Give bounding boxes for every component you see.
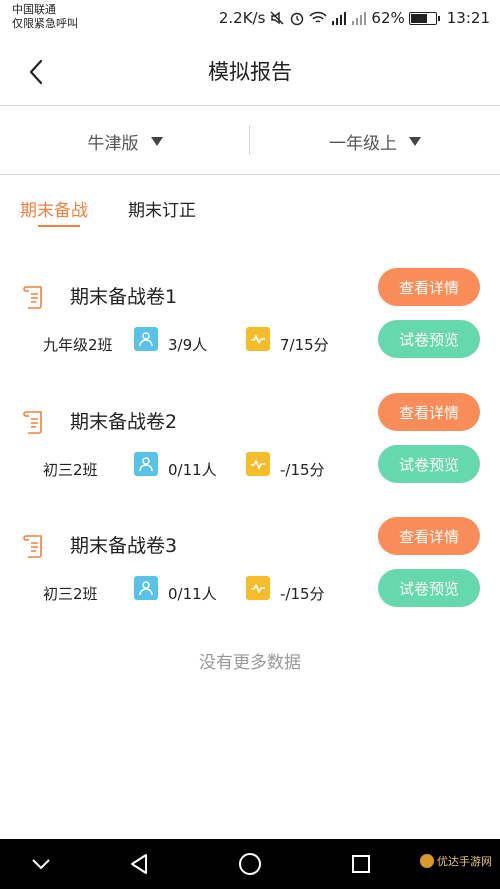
class-name: 九年级2班: [43, 336, 113, 354]
carrier-name: 中国联通: [12, 3, 56, 16]
watermark: 优达手游网: [420, 853, 492, 869]
scroll-document-icon: [23, 535, 42, 558]
submission-count: 3/9人: [168, 336, 208, 354]
tab-final-prep[interactable]: 期末备战: [20, 196, 88, 232]
people-icon: [134, 576, 158, 600]
nav-back-button[interactable]: [124, 849, 154, 879]
square-recents-icon: [352, 855, 370, 873]
grade-filter-label: 一年级上: [329, 133, 397, 154]
preview-paper-button[interactable]: 试卷预览: [378, 445, 480, 483]
status-icons: 2.2K/s 62% 13:21: [219, 8, 490, 28]
status-bar: 中国联通 仅限紧急呼叫 2.2K/s 62% 13:21: [0, 0, 500, 36]
class-name: 初三2班: [43, 585, 98, 603]
chevron-down-icon: [32, 859, 50, 870]
pulse-icon: [246, 576, 270, 600]
pulse-icon: [246, 452, 270, 476]
edition-filter-label: 牛津版: [87, 133, 139, 154]
paper-title: 期末备战卷1: [70, 286, 178, 308]
page-title: 模拟报告: [208, 60, 292, 84]
network-speed: 2.2K/s: [218, 9, 266, 27]
edition-filter[interactable]: 牛津版: [0, 107, 250, 175]
grade-filter[interactable]: 一年级上: [250, 107, 500, 175]
battery-percent: 62%: [371, 9, 405, 27]
paper-title: 期末备战卷2: [70, 411, 178, 433]
score-value: -/15分: [280, 585, 325, 603]
view-details-button[interactable]: 查看详情: [378, 393, 480, 431]
score-value: 7/15分: [280, 336, 329, 354]
view-details-button[interactable]: 查看详情: [378, 268, 480, 306]
wifi-icon: [309, 11, 327, 25]
pulse-icon: [246, 327, 270, 351]
circle-home-icon: [239, 853, 261, 875]
hide-nav-button[interactable]: [26, 849, 56, 879]
people-icon: [134, 327, 158, 351]
submission-count: 0/11人: [168, 585, 217, 603]
tab-final-prep-label: 期末备战: [20, 201, 88, 221]
view-details-button[interactable]: 查看详情: [378, 517, 480, 555]
filter-bar: 牛津版 一年级上: [0, 107, 500, 175]
watermark-logo-icon: [420, 854, 434, 868]
carrier-info: 中国联通 仅限紧急呼叫: [12, 3, 78, 31]
active-tab-indicator: [38, 225, 80, 227]
paper-title: 期末备战卷3: [70, 535, 178, 557]
tab-final-correction[interactable]: 期末订正: [128, 196, 196, 232]
triangle-back-icon: [131, 854, 147, 874]
tab-final-correction-label: 期末订正: [128, 201, 196, 221]
alarm-icon: [289, 10, 305, 26]
preview-paper-button[interactable]: 试卷预览: [378, 320, 480, 358]
dropdown-triangle-icon: [409, 136, 421, 146]
nav-recents-button[interactable]: [346, 849, 376, 879]
score-value: -/15分: [280, 461, 325, 479]
clock: 13:21: [446, 9, 490, 27]
paper-card: 期末备战卷2 初三2班 0/11人 -/15分 查看详情 试卷预览: [0, 393, 500, 503]
class-name: 初三2班: [43, 461, 98, 479]
tab-bar: 期末备战 期末订正: [20, 196, 196, 232]
people-icon: [134, 452, 158, 476]
paper-card: 期末备战卷1 九年级2班 3/9人 7/15分 查看详情 试卷预览: [0, 268, 500, 378]
emergency-only-text: 仅限紧急呼叫: [12, 17, 78, 30]
scroll-document-icon: [23, 411, 42, 434]
header: 模拟报告: [0, 36, 500, 106]
paper-card: 期末备战卷3 初三2班 0/11人 -/15分 查看详情 试卷预览: [0, 517, 500, 627]
mute-icon: [269, 10, 285, 26]
system-nav-bar: 优达手游网: [0, 839, 500, 889]
watermark-text: 优达手游网: [437, 855, 492, 868]
no-more-data-text: 没有更多数据: [199, 653, 301, 673]
signal-empty-icon: [351, 11, 367, 25]
filter-divider: [249, 125, 250, 155]
submission-count: 0/11人: [168, 461, 217, 479]
nav-home-button[interactable]: [235, 849, 265, 879]
scroll-document-icon: [23, 286, 42, 309]
preview-paper-button[interactable]: 试卷预览: [378, 569, 480, 607]
dropdown-triangle-icon: [150, 136, 163, 146]
battery-icon: [408, 11, 440, 25]
signal-icon: [331, 11, 347, 25]
